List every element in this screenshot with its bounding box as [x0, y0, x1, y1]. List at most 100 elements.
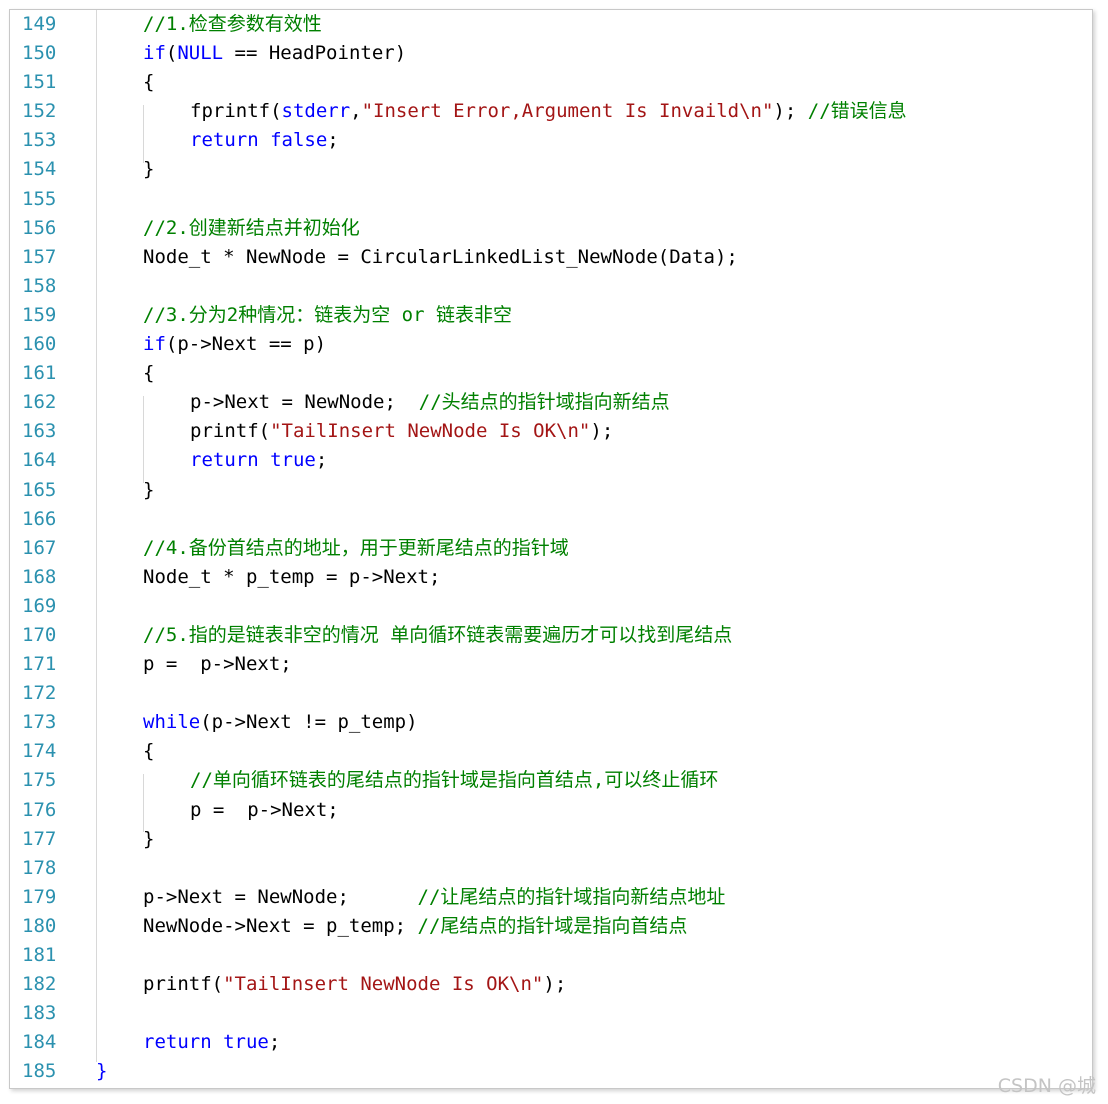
code-line[interactable]: 175 //单向循环链表的尾结点的指针域是指向首结点,可以终止循环: [10, 766, 1092, 795]
code-line[interactable]: 178: [10, 854, 1092, 883]
line-number: 157: [22, 245, 57, 268]
code-line[interactable]: 166: [10, 505, 1092, 534]
code-line[interactable]: 163 printf("TailInsert NewNode Is OK\n");: [10, 417, 1092, 446]
code-line[interactable]: 177}: [10, 825, 1092, 854]
code-line[interactable]: 179 p->Next = NewNode; //让尾结点的指针域指向新结点地址: [10, 883, 1092, 912]
code-text: ,: [350, 100, 362, 123]
code-line[interactable]: 167 //4.备份首结点的地址，用于更新尾结点的指针域: [10, 534, 1092, 563]
code-line[interactable]: 155: [10, 185, 1092, 214]
code-line[interactable]: 152 fprintf(stderr,"Insert Error,Argument…: [10, 97, 1092, 126]
line-number: 180: [22, 914, 57, 937]
code-text: {: [143, 362, 155, 385]
code-text: Node_t * p_temp = p->Next;: [143, 565, 441, 588]
code-keyword: }: [96, 1060, 108, 1083]
line-number: 171: [22, 653, 57, 676]
code-line[interactable]: 160 if(p->Next == p): [10, 330, 1092, 359]
code-text: );: [773, 100, 808, 123]
code-line[interactable]: 156 //2.创建新结点并初始化: [10, 214, 1092, 243]
code-text: ;: [315, 449, 328, 472]
line-code: Node_t * p_temp = p->Next;: [143, 563, 440, 592]
code-comment: //尾结点的指针域是指向首结点: [417, 914, 688, 937]
code-string: "TailInsert NewNode Is OK\n": [223, 973, 544, 996]
line-number: 169: [22, 594, 57, 617]
code-line[interactable]: 172: [10, 679, 1092, 708]
code-line[interactable]: 169: [10, 592, 1092, 621]
code-comment: //1.检查参数有效性: [143, 13, 322, 35]
code-line[interactable]: 168 Node_t * p_temp = p->Next;: [10, 563, 1092, 592]
code-string: "Insert Error,Argument Is Invaild\n": [361, 100, 774, 123]
code-line[interactable]: 176 p = p->Next;: [10, 796, 1092, 825]
line-code: p->Next = NewNode; //让尾结点的指针域指向新结点地址: [143, 883, 725, 912]
code-comment: //单向循环链表的尾结点的指针域是指向首结点,可以终止循环: [190, 769, 719, 792]
code-line[interactable]: 174 {: [10, 737, 1092, 766]
line-number: 184: [22, 1031, 57, 1054]
line-code: printf("TailInsert NewNode Is OK\n");: [190, 417, 613, 446]
line-number: 176: [22, 798, 57, 821]
code-text: }: [143, 158, 155, 181]
code-comment: //3.分为2种情况：链表为空 or 链表非空: [143, 303, 512, 326]
line-number: 159: [22, 303, 57, 326]
line-number: 164: [22, 449, 57, 472]
code-line[interactable]: 185}: [10, 1057, 1092, 1086]
code-keyword: if: [143, 42, 166, 65]
line-number: 179: [22, 885, 57, 908]
code-line[interactable]: 157 Node_t * NewNode = CircularLinkedList…: [10, 243, 1092, 272]
code-line[interactable]: 151 {: [10, 68, 1092, 97]
code-line[interactable]: 171 p = p->Next;: [10, 650, 1092, 679]
code-line[interactable]: 165}: [10, 476, 1092, 505]
code-line[interactable]: 170 //5.指的是链表非空的情况 单向循环链表需要遍历才可以找到尾结点: [10, 621, 1092, 650]
line-number: 167: [22, 536, 57, 559]
line-code: }: [96, 1057, 107, 1086]
line-number: 155: [22, 187, 57, 210]
code-keyword: while: [143, 711, 201, 734]
code-text: );: [543, 973, 567, 996]
code-area[interactable]: 149//1.检查参数有效性 150 if(NULL == HeadPointer)…: [10, 10, 1092, 1086]
line-code: Node_t * NewNode = CircularLinkedList_Ne…: [143, 243, 738, 272]
code-line[interactable]: 161 {: [10, 359, 1092, 388]
line-code: return true;: [190, 446, 327, 475]
code-line[interactable]: 182 printf("TailInsert NewNode Is OK\n");: [10, 970, 1092, 999]
line-number: 175: [22, 769, 57, 792]
line-number: 168: [22, 565, 57, 588]
code-text: {: [143, 740, 155, 763]
code-editor-frame: 149//1.检查参数有效性 150 if(NULL == HeadPointer)…: [9, 9, 1093, 1089]
code-line[interactable]: 183: [10, 999, 1092, 1028]
code-line[interactable]: 158: [10, 272, 1092, 301]
code-line[interactable]: 180 NewNode->Next = p_temp; //尾结点的指针域是指向首…: [10, 912, 1092, 941]
line-code: p = p->Next;: [143, 650, 292, 679]
line-code: {: [143, 68, 154, 97]
code-line[interactable]: 154}: [10, 155, 1092, 184]
code-text: }: [143, 478, 155, 501]
code-line[interactable]: 184 return true;: [10, 1028, 1092, 1057]
code-line[interactable]: 149 //1.检查参数有效性: [10, 10, 1092, 39]
line-number: 183: [22, 1002, 57, 1025]
code-text: NewNode->Next = p_temp;: [143, 914, 418, 937]
code-comment: //让尾结点的指针域指向新结点地址: [417, 885, 726, 908]
code-comment: //4.备份首结点的地址，用于更新尾结点的指针域: [143, 536, 569, 559]
line-number: 151: [22, 71, 57, 94]
code-text: ;: [268, 1031, 281, 1054]
line-number: 160: [22, 333, 57, 356]
code-text: (p->Next == p): [165, 333, 327, 356]
indent-guide-while: [143, 774, 144, 832]
line-number: 152: [22, 100, 57, 123]
code-line[interactable]: 173 while(p->Next != p_temp): [10, 708, 1092, 737]
code-comment: //头结点的指针域指向新结点: [418, 391, 670, 414]
line-code: //5.指的是链表非空的情况 单向循环链表需要遍历才可以找到尾结点: [143, 621, 732, 650]
code-line[interactable]: 153 return false;: [10, 126, 1092, 155]
code-line[interactable]: 181: [10, 941, 1092, 970]
code-line[interactable]: 162 p->Next = NewNode; //头结点的指针域指向新结点: [10, 388, 1092, 417]
indent-guide-outer: [96, 10, 97, 1062]
code-keyword: stderr: [281, 100, 351, 123]
line-number: 170: [22, 623, 57, 646]
line-code: if(NULL == HeadPointer): [143, 39, 406, 68]
code-line[interactable]: 150 if(NULL == HeadPointer): [10, 39, 1092, 68]
code-keyword: if: [143, 333, 166, 356]
code-text: printf(: [143, 973, 224, 996]
code-text: ;: [327, 129, 339, 152]
code-string: "TailInsert NewNode Is OK\n": [270, 420, 591, 443]
code-line[interactable]: 159 //3.分为2种情况：链表为空 or 链表非空: [10, 301, 1092, 330]
line-code: }: [143, 155, 154, 184]
code-line[interactable]: 164 return true;: [10, 446, 1092, 475]
line-number: 154: [22, 158, 57, 181]
